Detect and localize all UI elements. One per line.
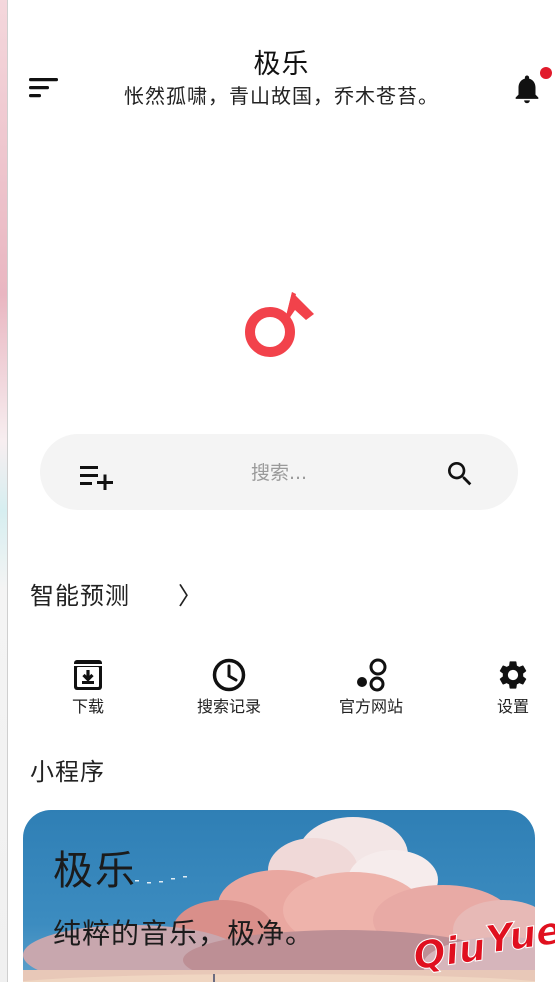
- official-website-button[interactable]: 官方网站: [316, 658, 426, 718]
- svg-text:Qiu: Qiu: [410, 925, 488, 976]
- gear-icon: [496, 658, 530, 692]
- smart-prediction-label: 智能预测: [30, 582, 130, 610]
- smart-prediction-link[interactable]: 智能预测 〉: [30, 574, 230, 614]
- bell-icon[interactable]: [510, 72, 544, 106]
- search-input[interactable]: [160, 454, 398, 492]
- background-window-strip: [0, 0, 8, 982]
- bubbles-icon: [354, 658, 388, 692]
- search-bar: [40, 434, 518, 510]
- playlist-add-icon[interactable]: [80, 464, 114, 491]
- download-button[interactable]: 下载: [33, 658, 143, 718]
- settings-label: 设置: [496, 697, 529, 716]
- clock-icon: [212, 658, 246, 692]
- qiu-yue-watermark: Qiu Yue: [406, 906, 555, 978]
- download-icon: [71, 658, 105, 692]
- svg-text:Yue: Yue: [483, 908, 555, 962]
- banner-title: 极乐: [53, 848, 137, 894]
- official-website-label: 官方网站: [338, 697, 403, 716]
- screen: 极乐 怅然孤啸，青山故国，乔木苍苔。 搜索... 智能预测 〉 下载 搜索记录 …: [0, 0, 555, 982]
- settings-button[interactable]: 设置: [458, 658, 555, 718]
- banner-subtitle: 纯粹的音乐，极净。: [53, 917, 315, 950]
- music-note-icon: [240, 288, 316, 364]
- app-subtitle: 怅然孤啸，青山故国，乔木苍苔。: [124, 84, 439, 108]
- mini-programs-title: 小程序: [30, 758, 105, 786]
- search-icon[interactable]: [444, 458, 476, 490]
- chevron-right-icon: 〉: [178, 582, 202, 610]
- search-history-label: 搜索记录: [196, 697, 261, 716]
- app-title: 极乐: [253, 49, 310, 80]
- app-window: 极乐 怅然孤啸，青山故国，乔木苍苔。 搜索... 智能预测 〉 下载 搜索记录 …: [8, 0, 555, 982]
- search-history-button[interactable]: 搜索记录: [174, 658, 284, 718]
- download-label: 下载: [71, 697, 104, 716]
- notification-badge: [540, 67, 552, 79]
